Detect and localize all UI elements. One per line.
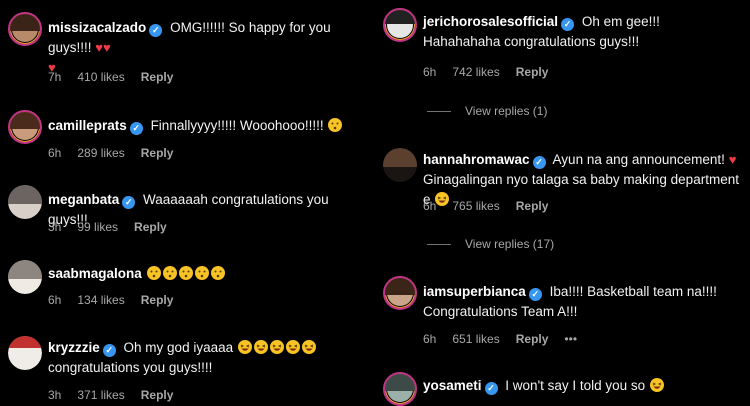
reply-button[interactable]: Reply — [134, 220, 167, 234]
kissing-face-emoji-icon — [194, 266, 209, 280]
comment-text: Ayun na ang announcement! — [552, 152, 725, 167]
left-comment-column: missizacalzado ✓ OMG!!!!!! So happy for y… — [0, 0, 375, 402]
reply-button[interactable]: Reply — [141, 146, 174, 160]
avatar[interactable] — [383, 276, 417, 310]
verified-badge-icon: ✓ — [149, 24, 163, 37]
red-heart-icon: ♥ — [728, 152, 737, 167]
kissing-face-emoji-icon — [210, 266, 225, 280]
comment-text: Oh my god iyaaaa — [123, 340, 234, 355]
verified-badge-icon: ✓ — [561, 18, 575, 31]
laughing-face-emoji-icon — [285, 340, 300, 354]
comment-time: 3h — [48, 220, 62, 234]
avatar[interactable] — [383, 8, 417, 42]
more-options-icon[interactable]: ••• — [564, 332, 577, 346]
kissing-face-emoji-icon — [328, 118, 343, 132]
verified-badge-icon: ✓ — [122, 196, 136, 209]
reply-button[interactable]: Reply — [516, 65, 549, 79]
laughing-face-emoji-icon — [253, 340, 268, 354]
avatar[interactable] — [8, 336, 42, 370]
reply-button[interactable]: Reply — [141, 70, 174, 84]
username[interactable]: jerichorosalesofficial — [423, 14, 558, 29]
view-replies-button[interactable]: View replies (1) — [427, 104, 547, 118]
username[interactable]: kryzzzie — [48, 340, 100, 355]
username[interactable]: camilleprats — [48, 118, 127, 133]
avatar[interactable] — [8, 260, 42, 294]
like-count[interactable]: 134 likes — [77, 293, 124, 307]
avatar[interactable] — [8, 12, 42, 46]
comment-text: congratulations you guys!!!! — [48, 360, 213, 375]
verified-badge-icon: ✓ — [102, 344, 116, 357]
laughing-face-emoji-icon — [269, 340, 284, 354]
comment-time: 6h — [423, 332, 437, 346]
comment-time: 7h — [48, 70, 62, 84]
username[interactable]: yosameti — [423, 378, 482, 393]
comment-time: 6h — [423, 199, 437, 213]
like-count[interactable]: 289 likes — [77, 146, 124, 160]
red-heart-icon: ♥ — [103, 40, 111, 55]
verified-badge-icon: ✓ — [484, 382, 498, 395]
comment-text: I won't say I told you so — [505, 378, 646, 393]
laughing-face-emoji-icon — [649, 378, 664, 392]
comment-time: 6h — [423, 65, 437, 79]
username[interactable]: saabmagalona — [48, 266, 142, 281]
comment-text: Finnallyyyy!!!!! Wooohooo!!!!! — [150, 118, 324, 133]
avatar[interactable] — [8, 185, 42, 219]
divider — [427, 110, 451, 112]
kissing-face-emoji-icon — [146, 266, 161, 280]
verified-badge-icon: ✓ — [528, 288, 542, 301]
view-replies-label: View replies (1) — [465, 104, 548, 118]
like-count[interactable]: 742 likes — [452, 65, 499, 79]
laughing-face-emoji-icon — [237, 340, 252, 354]
reply-button[interactable]: Reply — [516, 199, 549, 213]
red-heart-icon: ♥ — [95, 40, 104, 55]
reply-button[interactable]: Reply — [141, 293, 174, 307]
avatar[interactable] — [8, 110, 42, 144]
username[interactable]: hannahromawac — [423, 152, 530, 167]
verified-badge-icon: ✓ — [129, 122, 143, 135]
like-count[interactable]: 651 likes — [452, 332, 499, 346]
username[interactable]: meganbata — [48, 192, 119, 207]
right-comment-column: jerichorosalesofficial ✓ Oh em gee!!! Hah… — [375, 0, 750, 406]
like-count[interactable]: 410 likes — [77, 70, 124, 84]
kissing-face-emoji-icon — [162, 266, 177, 280]
divider — [427, 243, 451, 245]
laughing-face-emoji-icon — [301, 340, 316, 354]
view-replies-button[interactable]: View replies (17) — [427, 237, 554, 251]
like-count[interactable]: 765 likes — [452, 199, 499, 213]
verified-badge-icon: ✓ — [532, 156, 546, 169]
comment-time: 6h — [48, 293, 62, 307]
avatar[interactable] — [383, 148, 417, 182]
username[interactable]: iamsuperbianca — [423, 284, 526, 299]
like-count[interactable]: 99 likes — [77, 220, 118, 234]
username[interactable]: missizacalzado — [48, 20, 146, 35]
avatar[interactable] — [383, 372, 417, 406]
kissing-face-emoji-icon — [178, 266, 193, 280]
reply-button[interactable]: Reply — [516, 332, 549, 346]
view-replies-label: View replies (17) — [465, 237, 555, 251]
comment-time: 6h — [48, 146, 62, 160]
